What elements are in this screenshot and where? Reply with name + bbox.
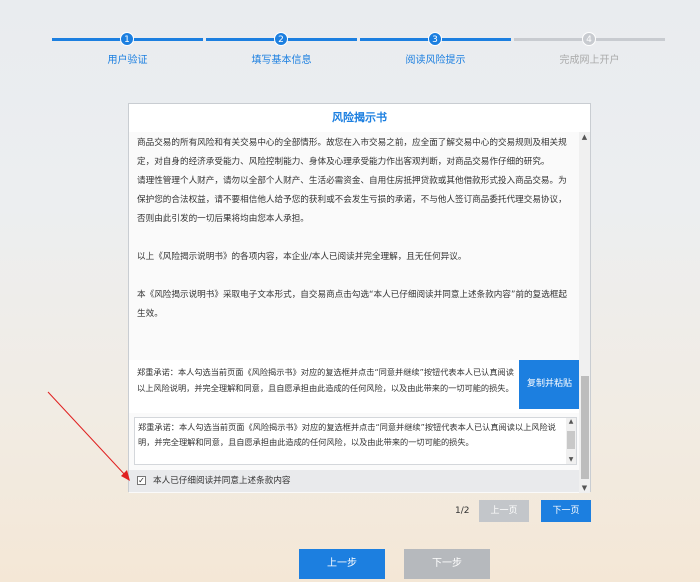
scroll-down-icon[interactable]: ▼ xyxy=(566,456,576,464)
risk-disclosure-panel: 风险揭示书 商品交易的所有风险和有关交易中心的全部情形。故您在入市交易之前，应全… xyxy=(128,103,591,493)
next-page-button[interactable]: 下一页 xyxy=(541,500,591,522)
step-2: 2 填写基本信息 xyxy=(206,30,360,70)
agree-checkbox[interactable]: ✓ xyxy=(137,476,146,485)
step-label: 完成网上开户 xyxy=(559,55,620,66)
next-step-button[interactable]: 下一步 xyxy=(404,549,490,579)
agree-row: ✓ 本人已仔细阅读并同意上述条款内容 xyxy=(129,470,580,492)
step-label: 阅读风险提示 xyxy=(405,55,466,66)
disclosure-paragraph: 请理性管理个人财产，请勿以全部个人财产、生活必需资金、自用住房抵押贷款或其他借款… xyxy=(137,176,567,224)
step-4: 4 完成网上开户 xyxy=(514,30,668,70)
step-1: 1 用户验证 xyxy=(52,30,206,70)
disclosure-paragraph: 本《风险揭示说明书》采取电子文本形式，自交易商点击勾选“本人已仔细阅读并同意上述… xyxy=(137,290,568,319)
scroll-thumb[interactable] xyxy=(567,431,575,449)
scroll-down-icon[interactable]: ▼ xyxy=(579,483,590,493)
disclosure-scroll-area[interactable]: 商品交易的所有风险和有关交易中心的全部情形。故您在入市交易之前，应全面了解交易中… xyxy=(129,132,580,493)
progress-steps: 1 用户验证 2 填写基本信息 3 阅读风险提示 4 完成网上开户 xyxy=(52,30,668,70)
promise-text: 郑重承诺：本人勾选当前页面《风险揭示书》对应的复选框并点击“同意并继续”按钮代表… xyxy=(137,367,514,393)
copy-paste-button[interactable]: 复制并粘贴 xyxy=(519,360,580,409)
disclosure-paragraph: 以上《风险揭示说明书》的各项内容，本企业/本人已阅读并完全理解，且无任何异议。 xyxy=(137,252,467,262)
step-number: 1 xyxy=(120,32,134,46)
step-label: 填写基本信息 xyxy=(251,55,312,66)
step-3: 3 阅读风险提示 xyxy=(360,30,514,70)
promise-scrollbar[interactable]: ▲ ▼ xyxy=(566,418,576,464)
scroll-up-icon[interactable]: ▲ xyxy=(579,132,590,142)
previous-step-button[interactable]: 上一步 xyxy=(299,549,385,579)
panel-scrollbar[interactable]: ▲ ▼ xyxy=(579,132,590,493)
step-number: 4 xyxy=(582,32,596,46)
panel-title: 风险揭示书 xyxy=(332,111,387,124)
agree-label[interactable]: 本人已仔细阅读并同意上述条款内容 xyxy=(153,474,291,486)
promise-section: 郑重承诺：本人勾选当前页面《风险揭示书》对应的复选框并点击“同意并继续”按钮代表… xyxy=(129,360,580,413)
page-indicator: 1/2 xyxy=(455,506,470,516)
prev-page-button[interactable]: 上一页 xyxy=(479,500,529,522)
step-number: 3 xyxy=(428,32,442,46)
pasted-promise-text: 郑重承诺：本人勾选当前页面《风险揭示书》对应的复选框并点击“同意并继续”按钮代表… xyxy=(138,422,556,447)
scroll-up-icon[interactable]: ▲ xyxy=(566,418,576,426)
step-label: 用户验证 xyxy=(107,55,148,66)
disclosure-text: 商品交易的所有风险和有关交易中心的全部情形。故您在入市交易之前，应全面了解交易中… xyxy=(129,132,580,360)
disclosure-paragraph: 商品交易的所有风险和有关交易中心的全部情形。故您在入市交易之前，应全面了解交易中… xyxy=(137,138,567,167)
scroll-thumb[interactable] xyxy=(581,376,589,479)
promise-input-box[interactable]: 郑重承诺：本人勾选当前页面《风险揭示书》对应的复选框并点击“同意并继续”按钮代表… xyxy=(134,417,577,465)
step-number: 2 xyxy=(274,32,288,46)
